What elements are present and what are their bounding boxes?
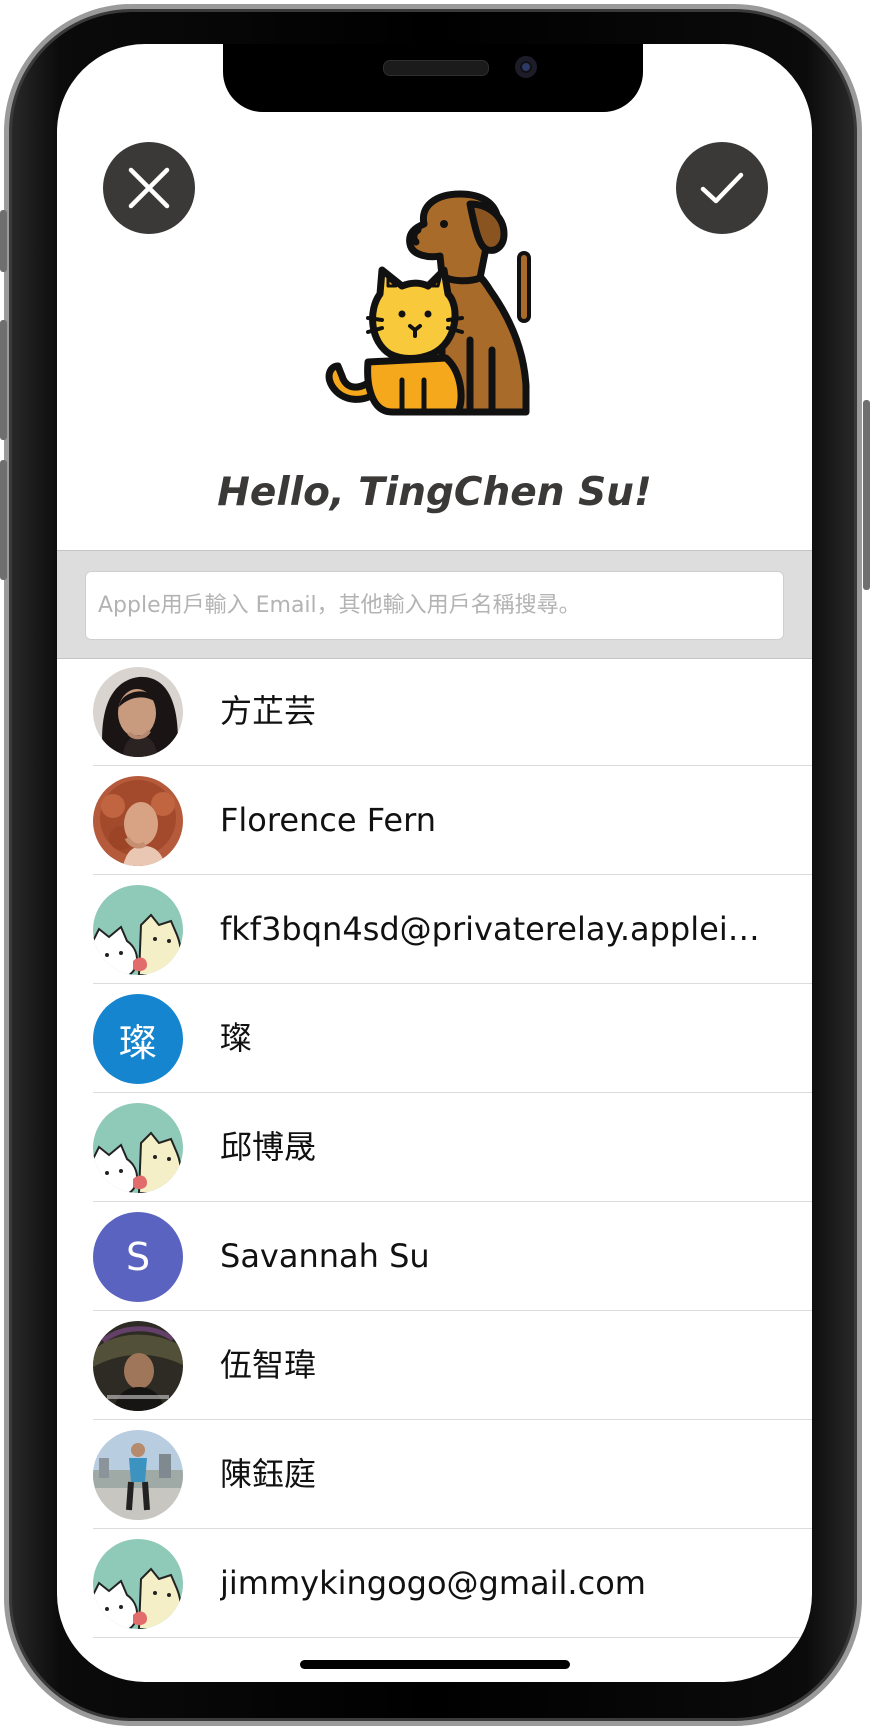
- close-icon: [128, 167, 170, 209]
- contact-name: jimmykingogo@gmail.com: [220, 1564, 646, 1602]
- greeting-title: Hello, TingChen Su!: [217, 470, 652, 515]
- contact-list[interactable]: 方芷芸 Florence Fern fkf3bqn4sd@privaterela…: [57, 657, 812, 1638]
- avatar-initial: S: [125, 1235, 151, 1279]
- contact-name: 陳鈺庭: [220, 1455, 317, 1493]
- avatar: [93, 885, 183, 975]
- contact-row[interactable]: jimmykingogo@gmail.com: [57, 1529, 812, 1638]
- avatar: [93, 1430, 183, 1520]
- home-indicator[interactable]: [300, 1660, 570, 1669]
- contact-row[interactable]: 陳鈺庭: [57, 1420, 812, 1529]
- contact-row[interactable]: 伍智瑋: [57, 1311, 812, 1420]
- front-camera: [515, 56, 537, 78]
- contact-name: 璨: [220, 1019, 253, 1057]
- contact-row[interactable]: fkf3bqn4sd@privaterelay.appleid…: [57, 875, 812, 984]
- contact-name: 邱博晟: [220, 1128, 317, 1166]
- volume-up-button: [0, 320, 7, 440]
- avatar: [93, 776, 183, 866]
- contact-name: 方芷芸: [220, 692, 317, 730]
- contact-name: Florence Fern: [220, 801, 436, 839]
- search-input[interactable]: [85, 571, 784, 640]
- contact-name: 伍智瑋: [220, 1346, 317, 1384]
- avatar: [93, 1539, 183, 1629]
- contact-name: fkf3bqn4sd@privaterelay.appleid…: [220, 910, 778, 948]
- avatar: 璨: [93, 994, 183, 1084]
- contact-row[interactable]: 璨 璨: [57, 984, 812, 1093]
- contact-row[interactable]: 方芷芸: [57, 657, 812, 766]
- mute-switch: [0, 210, 7, 272]
- speaker-grille: [383, 60, 489, 76]
- contact-row[interactable]: Florence Fern: [57, 766, 812, 875]
- contact-row[interactable]: S Savannah Su: [57, 1202, 812, 1311]
- power-button: [863, 400, 870, 590]
- avatar: [93, 667, 183, 757]
- notch: [223, 44, 643, 112]
- cancel-button[interactable]: [103, 142, 195, 234]
- pets-avatar-icon: [93, 1103, 183, 1193]
- checkmark-icon: [700, 172, 744, 204]
- confirm-button[interactable]: [676, 142, 768, 234]
- pets-avatar-icon: [93, 885, 183, 975]
- contact-row[interactable]: 邱博晟: [57, 1093, 812, 1202]
- avatar-initial: 璨: [118, 1020, 157, 1065]
- search-bar: [57, 550, 812, 659]
- avatar: [93, 1321, 183, 1411]
- volume-down-button: [0, 460, 7, 580]
- avatar: [93, 1103, 183, 1193]
- pets-avatar-icon: [93, 1539, 183, 1629]
- contact-name: Savannah Su: [220, 1237, 430, 1275]
- app-screen: Hello, TingChen Su! 方芷芸: [57, 44, 812, 1682]
- dog-and-cat-logo-icon: [325, 190, 531, 416]
- avatar: S: [93, 1212, 183, 1302]
